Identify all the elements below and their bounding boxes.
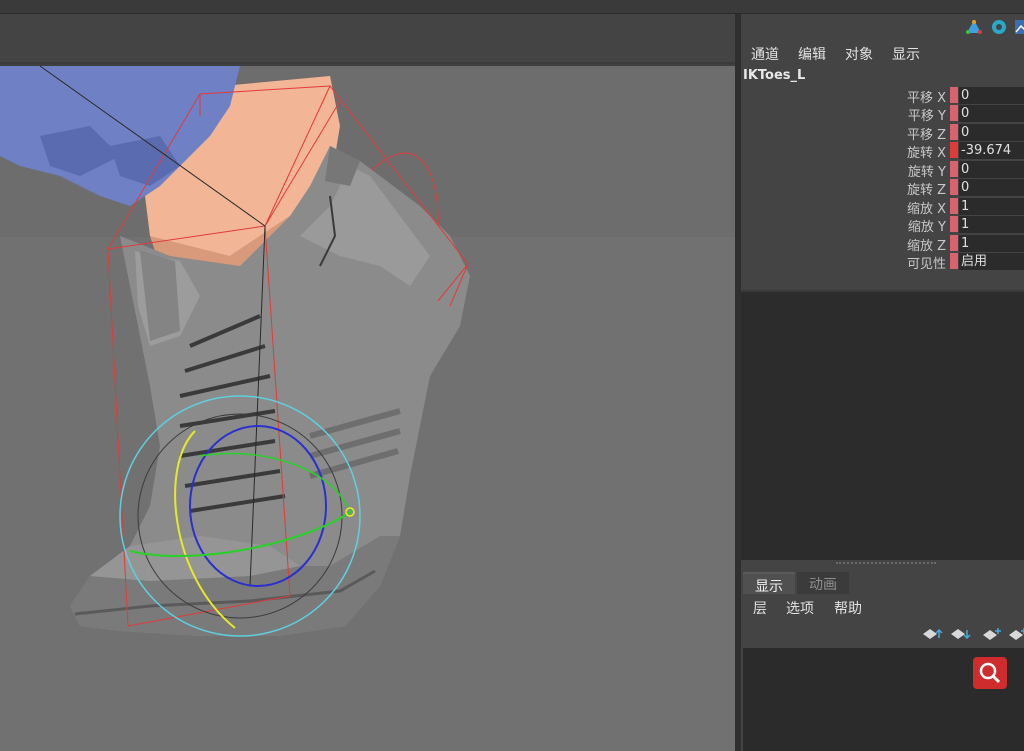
move-layer-up-icon[interactable] [921,626,943,642]
keyed-indicator [950,87,958,103]
channel-menubar: 通道 编辑 对象 显示 [741,42,1024,64]
attr-row-scale-x[interactable]: 缩放 X 1 [741,197,1024,217]
attr-value-field[interactable]: 0 [959,161,1024,178]
menu-options[interactable]: 选项 [786,598,814,618]
keyed-indicator [950,235,958,251]
attr-value-field[interactable]: 启用 [959,253,1024,270]
channel-icon-row [741,14,1024,40]
attr-value-field[interactable]: -39.674 [959,142,1024,159]
attr-label: 缩放 Y [907,220,946,235]
viewport-scene [0,66,735,751]
viewport-toolbar [0,14,735,64]
menu-object[interactable]: 对象 [845,44,873,64]
attr-value-field[interactable]: 0 [959,124,1024,141]
attr-value-field[interactable]: 1 [959,198,1024,215]
menu-help[interactable]: 帮助 [834,598,862,618]
move-layer-down-icon[interactable] [949,626,971,642]
attr-label: 平移 Y [907,109,946,124]
node-name: IKToes_L [743,68,806,83]
viewport-panel [0,14,735,751]
layer-list[interactable] [743,648,1024,751]
menu-channels[interactable]: 通道 [751,44,779,64]
attr-row-scale-z[interactable]: 缩放 Z 1 [741,234,1024,254]
attr-row-translate-y[interactable]: 平移 Y 0 [741,104,1024,124]
menu-edit[interactable]: 编辑 [798,44,826,64]
tab-animation[interactable]: 动画 [797,572,849,594]
attr-row-scale-y[interactable]: 缩放 Y 1 [741,215,1024,235]
attr-value-field[interactable]: 0 [959,105,1024,122]
menu-layers[interactable]: 层 [753,598,767,618]
shape-tool-icon[interactable] [965,18,983,36]
keyed-indicator [950,253,958,269]
attr-label: 可见性 [906,257,946,272]
attr-value-field[interactable]: 1 [959,235,1024,252]
new-layer-selected-icon[interactable] [1007,626,1024,642]
attr-label: 旋转 Z [906,183,946,198]
panel-splitter[interactable] [741,560,1024,568]
attr-value-field[interactable]: 0 [959,87,1024,104]
attr-label: 旋转 X [906,146,946,161]
search-button[interactable] [973,657,1007,689]
layer-menubar: 层 选项 帮助 [741,596,1024,620]
layer-editor: 显示 动画 层 选项 帮助 [741,568,1024,751]
splitter-grip[interactable] [836,562,936,564]
new-layer-icon[interactable] [981,626,1003,642]
attr-row-rotate-y[interactable]: 旋转 Y 0 [741,160,1024,180]
attr-row-translate-x[interactable]: 平移 X 0 [741,86,1024,106]
attr-row-rotate-x[interactable]: 旋转 X -39.674 [741,141,1024,161]
graph-icon[interactable] [1013,18,1024,36]
menu-display[interactable]: 显示 [892,44,920,64]
keyed-indicator [950,124,958,140]
3d-viewport[interactable] [0,66,735,751]
keyed-indicator [950,216,958,232]
keyed-indicator [950,161,958,177]
render-view-icon[interactable] [990,18,1008,36]
attr-row-rotate-z[interactable]: 旋转 Z 0 [741,178,1024,198]
layer-toolbar [741,624,1024,644]
channel-box-empty-area [741,290,1024,560]
attr-value-field[interactable]: 1 [959,216,1024,233]
attr-row-translate-z[interactable]: 平移 Z 0 [741,123,1024,143]
keyed-indicator [950,105,958,121]
tab-display[interactable]: 显示 [743,572,795,595]
keyed-indicator [950,179,958,195]
keyed-indicator [950,198,958,214]
attr-row-visibility[interactable]: 可见性 启用 [741,252,1024,272]
keyed-indicator [950,142,958,158]
top-strip [0,0,1024,14]
channel-box: 通道 编辑 对象 显示 IKToes_L 平移 X 0 平移 Y 0 平移 Z … [741,14,1024,290]
search-icon [979,662,1001,684]
attr-value-field[interactable]: 0 [959,179,1024,196]
